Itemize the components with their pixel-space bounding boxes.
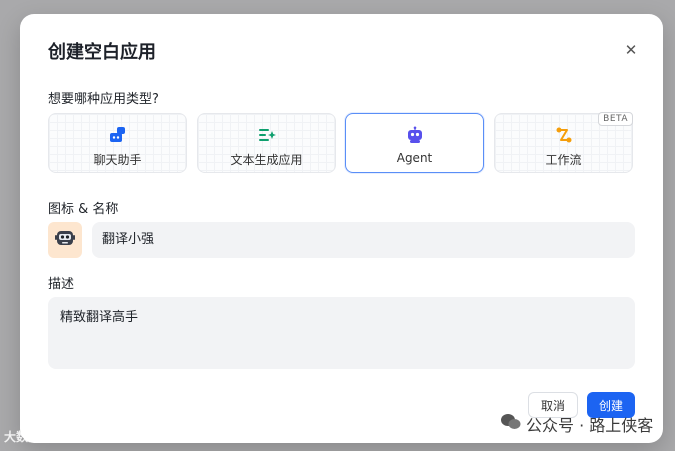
type-option-label: Agent [396, 151, 433, 165]
type-option-label: 聊天助手 [93, 153, 142, 167]
robot-icon [406, 126, 424, 144]
app-type-selector: 聊天助手 文本生成应用 Agent 工作流 BETA [48, 112, 635, 175]
type-option-workflow[interactable]: 工作流 BETA [494, 112, 633, 173]
type-option-chat-assistant[interactable]: 聊天助手 [48, 113, 187, 173]
watermark: 公众号 · 路上侠客 [500, 412, 653, 436]
type-option-text-generator[interactable]: 文本生成应用 [197, 113, 336, 173]
app-avatar-button[interactable] [48, 222, 82, 258]
description-label: 描述 [48, 277, 75, 292]
wechat-icon [500, 413, 522, 435]
text-generator-icon [258, 126, 276, 144]
create-app-dialog: 创建空白应用 ✕ 想要哪种应用类型? 聊天助手 文本生成应用 Agent 工作流… [20, 14, 663, 443]
corner-watermark: 大数据侠 [4, 430, 53, 444]
app-type-label: 想要哪种应用类型? [48, 92, 159, 107]
workflow-icon [555, 126, 573, 144]
type-option-label: 文本生成应用 [230, 153, 303, 167]
type-option-label: 工作流 [545, 153, 582, 167]
icon-name-label: 图标 & 名称 [48, 202, 119, 217]
type-option-agent[interactable]: Agent [345, 113, 484, 173]
watermark-text: 公众号 · 路上侠客 [526, 416, 654, 435]
dialog-title: 创建空白应用 [48, 42, 156, 63]
close-icon[interactable]: ✕ [621, 40, 641, 60]
robot-avatar-icon [54, 227, 76, 253]
chat-bot-icon [109, 126, 127, 144]
description-textarea[interactable]: 精致翻译高手 [48, 297, 635, 369]
app-name-input[interactable]: 翻译小强 [92, 222, 635, 258]
beta-badge: BETA [598, 112, 633, 126]
